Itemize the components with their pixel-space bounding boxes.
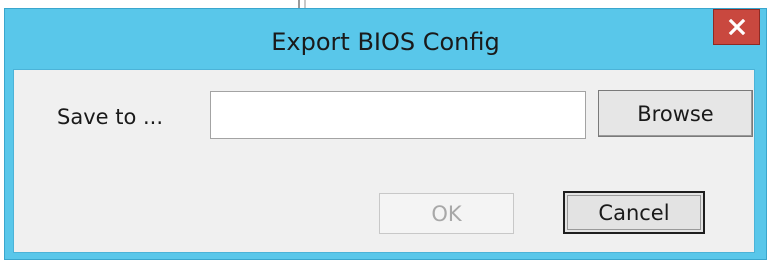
cancel-button-label: Cancel (598, 200, 670, 225)
ok-button[interactable]: OK (379, 193, 514, 234)
save-path-input[interactable] (210, 91, 586, 139)
browse-button[interactable]: Browse (598, 90, 753, 137)
dialog-content: Save to ... Browse OK Cancel (13, 69, 755, 253)
dialog-title: Export BIOS Config (271, 28, 500, 56)
save-to-label: Save to ... (57, 105, 164, 129)
close-button[interactable] (713, 9, 760, 45)
cancel-button[interactable]: Cancel (563, 191, 705, 234)
close-icon (728, 19, 745, 35)
export-bios-config-dialog: Export BIOS Config Save to ... Browse OK… (4, 8, 767, 260)
